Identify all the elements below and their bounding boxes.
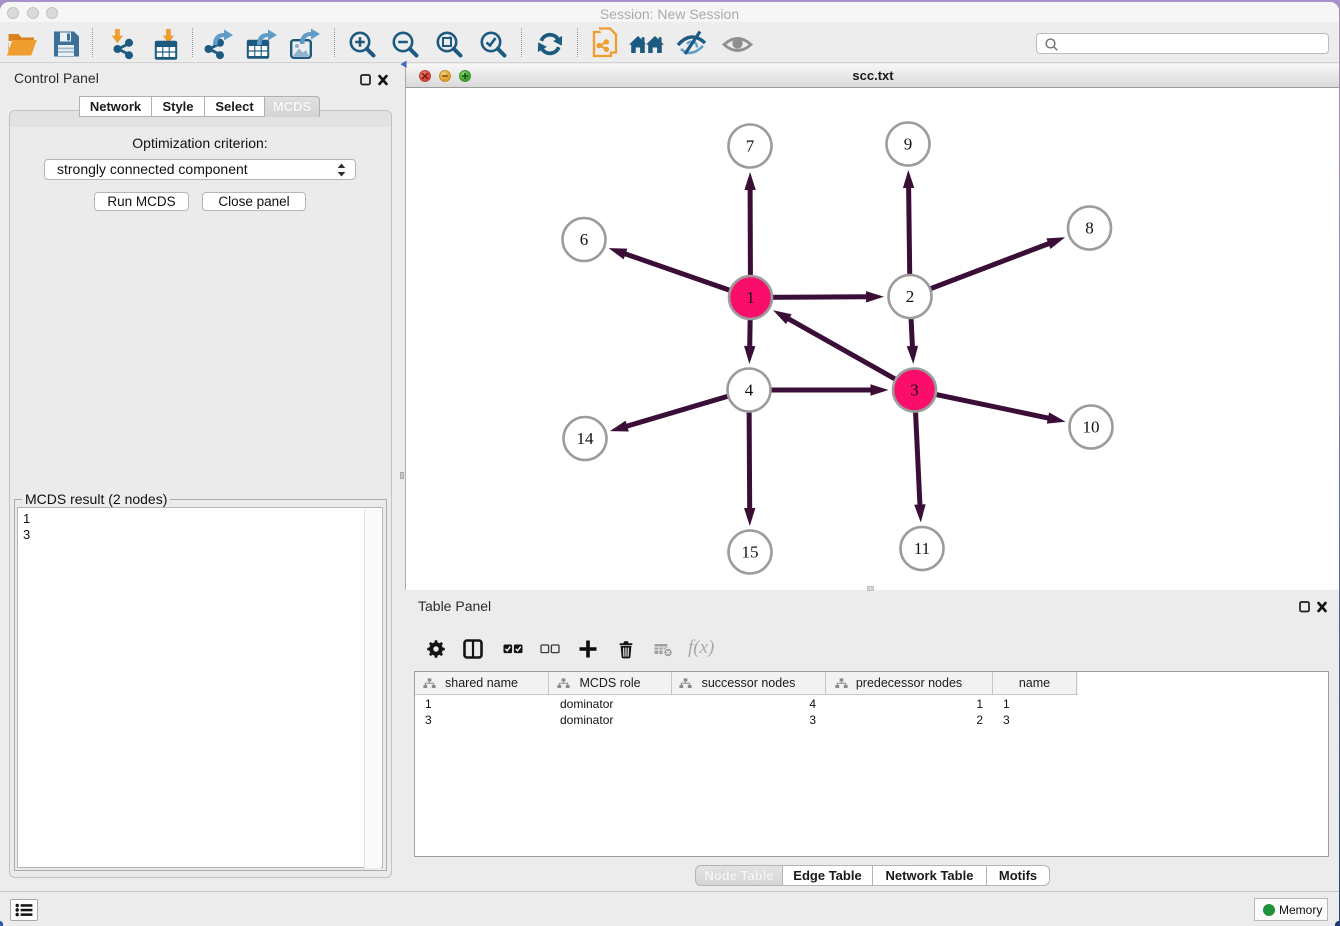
svg-text:6: 6 bbox=[580, 230, 589, 249]
svg-text:2: 2 bbox=[906, 287, 915, 306]
svg-text:9: 9 bbox=[904, 135, 913, 154]
svg-text:8: 8 bbox=[1085, 219, 1094, 238]
svg-text:1: 1 bbox=[746, 288, 755, 307]
svg-text:7: 7 bbox=[746, 137, 755, 156]
svg-text:4: 4 bbox=[745, 381, 754, 400]
svg-text:10: 10 bbox=[1083, 418, 1100, 437]
svg-text:3: 3 bbox=[910, 381, 919, 400]
svg-text:15: 15 bbox=[742, 543, 759, 562]
svg-text:14: 14 bbox=[577, 429, 595, 448]
svg-text:11: 11 bbox=[914, 539, 930, 558]
